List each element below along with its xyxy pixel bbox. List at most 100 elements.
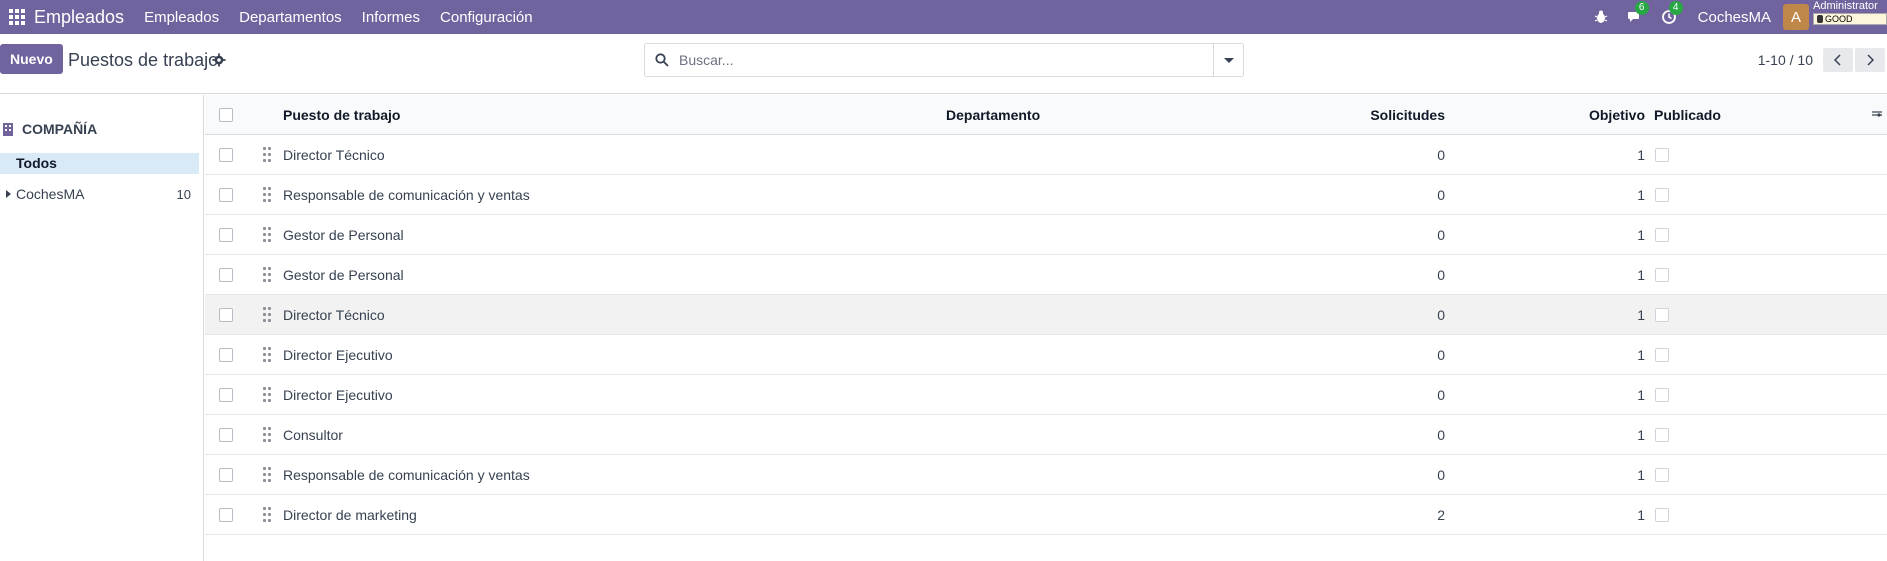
row-checkbox[interactable]: [219, 388, 233, 402]
cell-applications: 2: [1437, 507, 1445, 523]
row-checkbox[interactable]: [219, 148, 233, 162]
caret-down-icon: [1223, 57, 1234, 63]
published-checkbox: [1655, 428, 1669, 442]
table-row[interactable]: Director de marketing 2 1: [205, 495, 1887, 535]
menu-configuracion[interactable]: Configuración: [440, 9, 533, 26]
cell-target: 1: [1637, 427, 1645, 443]
cell-target: 1: [1637, 307, 1645, 323]
drag-handle-icon[interactable]: [263, 427, 271, 443]
table-row[interactable]: Responsable de comunicación y ventas 0 1: [205, 175, 1887, 215]
published-checkbox: [1655, 348, 1669, 362]
header-department[interactable]: Departamento: [946, 95, 1040, 135]
search-options-toggle[interactable]: [1213, 44, 1243, 76]
sidebar-header: COMPAÑÍA: [0, 121, 97, 137]
cell-name: Director Técnico: [283, 307, 385, 323]
table-row[interactable]: Director Ejecutivo 0 1: [205, 375, 1887, 415]
database-icon: [1817, 15, 1823, 23]
cell-name: Director Técnico: [283, 147, 385, 163]
table-row[interactable]: Director Ejecutivo 0 1: [205, 335, 1887, 375]
drag-handle-icon[interactable]: [263, 347, 271, 363]
menu-empleados[interactable]: Empleados: [144, 9, 219, 26]
cell-name: Director de marketing: [283, 507, 417, 523]
cell-name: Responsable de comunicación y ventas: [283, 467, 530, 483]
row-checkbox[interactable]: [219, 308, 233, 322]
cell-target: 1: [1637, 347, 1645, 363]
pager-value[interactable]: 1-10 / 10: [1758, 52, 1813, 68]
header-name[interactable]: Puesto de trabajo: [283, 95, 400, 135]
top-navbar: Empleados Empleados Departamentos Inform…: [0, 0, 1887, 34]
user-avatar[interactable]: A: [1783, 4, 1809, 30]
published-checkbox: [1655, 468, 1669, 482]
cell-target: 1: [1637, 147, 1645, 163]
sidebar-company-label: CochesMA: [16, 186, 85, 202]
cell-applications: 0: [1437, 427, 1445, 443]
cell-target: 1: [1637, 187, 1645, 203]
row-checkbox[interactable]: [219, 268, 233, 282]
row-checkbox[interactable]: [219, 228, 233, 242]
apps-menu-icon[interactable]: [0, 0, 34, 34]
search-input[interactable]: [679, 52, 1199, 68]
cell-applications: 0: [1437, 227, 1445, 243]
cell-applications: 0: [1437, 467, 1445, 483]
table-row[interactable]: Gestor de Personal 0 1: [205, 255, 1887, 295]
drag-handle-icon[interactable]: [263, 147, 271, 163]
row-checkbox[interactable]: [219, 188, 233, 202]
cell-name: Consultor: [283, 427, 343, 443]
caret-right-icon[interactable]: [6, 190, 11, 198]
row-checkbox[interactable]: [219, 508, 233, 522]
table-row[interactable]: Consultor 0 1: [205, 415, 1887, 455]
sidebar-item-company[interactable]: CochesMA 10: [0, 183, 199, 205]
pager-previous-button[interactable]: [1823, 48, 1853, 72]
drag-handle-icon[interactable]: [263, 507, 271, 523]
row-checkbox[interactable]: [219, 428, 233, 442]
table-row[interactable]: Gestor de Personal 0 1: [205, 215, 1887, 255]
cell-target: 1: [1637, 227, 1645, 243]
cell-target: 1: [1637, 387, 1645, 403]
messages-icon[interactable]: 6: [1620, 0, 1650, 34]
sidebar-item-all[interactable]: Todos: [0, 153, 199, 174]
search-icon: [645, 53, 679, 67]
activities-clock-icon[interactable]: 4: [1654, 0, 1684, 34]
cell-applications: 0: [1437, 307, 1445, 323]
drag-handle-icon[interactable]: [263, 227, 271, 243]
table-row[interactable]: Responsable de comunicación y ventas 0 1: [205, 455, 1887, 495]
published-checkbox: [1655, 308, 1669, 322]
header-published[interactable]: Publicado: [1654, 95, 1721, 135]
drag-handle-icon[interactable]: [263, 187, 271, 203]
cell-name: Director Ejecutivo: [283, 347, 393, 363]
drag-handle-icon[interactable]: [263, 267, 271, 283]
cell-target: 1: [1637, 467, 1645, 483]
cell-applications: 0: [1437, 187, 1445, 203]
new-button[interactable]: Nuevo: [0, 44, 63, 74]
cell-applications: 0: [1437, 267, 1445, 283]
menu-departamentos[interactable]: Departamentos: [239, 9, 342, 26]
control-panel: Nuevo Puestos de trabajo 1-10 / 10: [0, 34, 1887, 94]
debug-bug-icon[interactable]: [1586, 0, 1616, 34]
pager-next-button[interactable]: [1855, 48, 1885, 72]
company-switcher[interactable]: CochesMA: [1698, 9, 1771, 26]
published-checkbox: [1655, 228, 1669, 242]
user-menu[interactable]: Administrator GOOD: [1813, 0, 1887, 34]
select-all-checkbox[interactable]: [219, 108, 233, 122]
row-checkbox[interactable]: [219, 468, 233, 482]
column-options-icon[interactable]: [1871, 109, 1883, 121]
cell-name: Gestor de Personal: [283, 227, 404, 243]
menu-informes[interactable]: Informes: [362, 9, 420, 26]
cell-applications: 0: [1437, 347, 1445, 363]
header-target[interactable]: Objetivo: [1445, 95, 1645, 135]
drag-handle-icon[interactable]: [263, 307, 271, 323]
header-applications[interactable]: Solicitudes: [1240, 95, 1445, 135]
row-checkbox[interactable]: [219, 348, 233, 362]
activities-badge: 4: [1668, 1, 1683, 15]
drag-handle-icon[interactable]: [263, 467, 271, 483]
app-name[interactable]: Empleados: [34, 7, 124, 28]
cell-name: Gestor de Personal: [283, 267, 404, 283]
sidebar-company-count: 10: [176, 186, 191, 202]
drag-handle-icon[interactable]: [263, 387, 271, 403]
gear-icon[interactable]: [212, 53, 226, 67]
table-row[interactable]: Director Técnico 0 1: [205, 135, 1887, 175]
cell-applications: 0: [1437, 147, 1445, 163]
table-row[interactable]: Director Técnico 0 1: [205, 295, 1887, 335]
pager: 1-10 / 10: [1758, 48, 1887, 72]
cell-name: Responsable de comunicación y ventas: [283, 187, 530, 203]
